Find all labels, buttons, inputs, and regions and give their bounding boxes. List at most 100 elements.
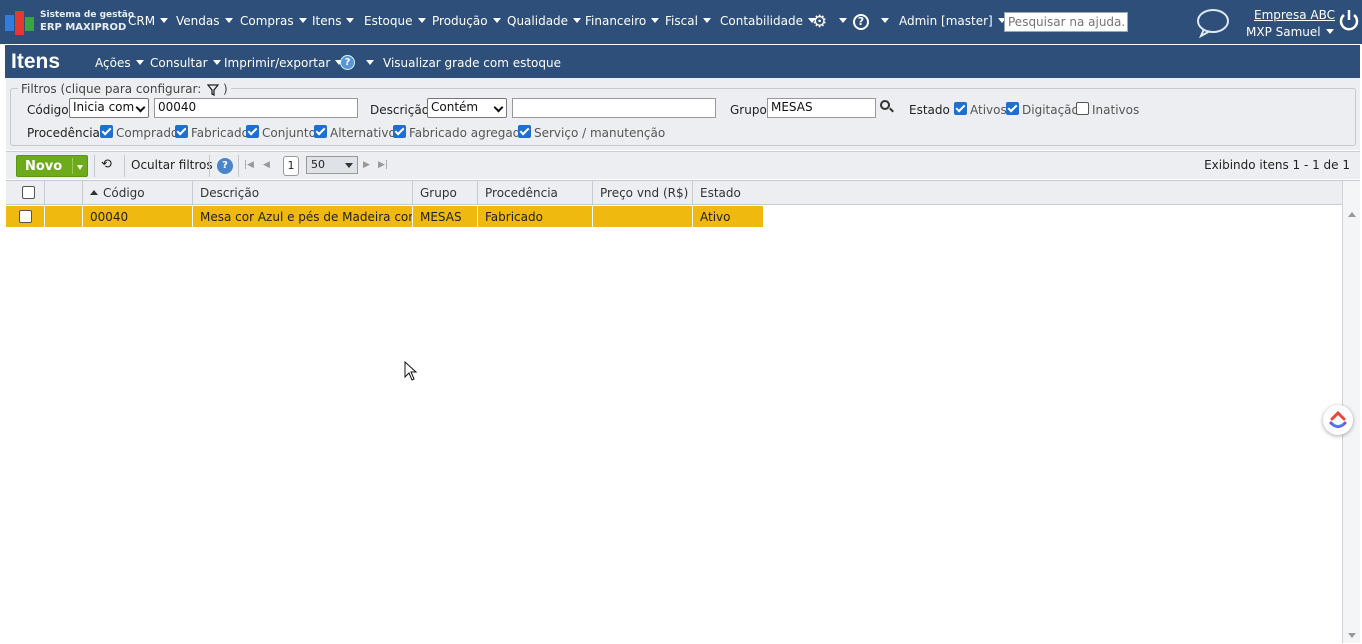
floating-assistant-button[interactable]	[1323, 405, 1353, 435]
filters-legend[interactable]: Filtros (clique para configurar: )	[18, 82, 231, 96]
grid-header: Código Descrição Grupo Procedência Preço…	[6, 181, 1342, 205]
caret-icon	[346, 17, 355, 23]
proc-servico-checkbox[interactable]	[518, 125, 531, 138]
gear-icon[interactable]: ⚙	[812, 13, 830, 31]
estado-ativos-checkbox[interactable]	[954, 102, 967, 115]
menu-consultar[interactable]: Consultar	[150, 56, 221, 70]
ocultar-filtros-button[interactable]: Ocultar filtros	[131, 158, 213, 172]
caret-icon	[135, 59, 144, 65]
proc-comprado-label: Comprado	[116, 126, 179, 140]
proc-fabricado-agregado-checkbox[interactable]	[393, 125, 406, 138]
chevron-down-icon	[135, 102, 146, 113]
col-procedencia[interactable]: Procedência	[478, 181, 593, 205]
cell-procedencia[interactable]: Fabricado	[478, 206, 593, 227]
admin-menu[interactable]: Admin [master]	[899, 14, 1006, 28]
page-help-caret[interactable]	[361, 56, 374, 70]
grupo-input[interactable]: MESAS	[767, 98, 876, 118]
menu-crm[interactable]: CRM	[128, 14, 169, 28]
page-help-icon[interactable]: ?	[340, 55, 355, 70]
novo-button[interactable]: Novo	[16, 155, 88, 177]
logo-subtitle: Sistema de gestão	[40, 10, 135, 20]
estado-inativos-checkbox[interactable]	[1076, 102, 1089, 115]
first-page-icon[interactable]: |◀	[244, 160, 254, 170]
grupo-label: Grupo	[730, 103, 767, 117]
proc-conjunto-checkbox[interactable]	[246, 125, 259, 138]
estado-digitacao-label: Digitação	[1022, 103, 1079, 117]
actions-header	[45, 181, 83, 205]
select-all-cell	[6, 181, 45, 205]
menu-vendas[interactable]: Vendas	[176, 14, 233, 28]
menu-qualidade[interactable]: Qualidade	[507, 14, 582, 28]
col-grupo[interactable]: Grupo	[413, 181, 478, 205]
caret-icon	[417, 17, 426, 23]
menu-fiscal[interactable]: Fiscal	[665, 14, 711, 28]
procedencia-label: Procedência	[27, 126, 100, 140]
app-logo[interactable]: Sistema de gestão ERP MAXIPROD	[5, 9, 134, 37]
menu-acoes[interactable]: Ações	[95, 56, 144, 70]
menu-compras[interactable]: Compras	[240, 14, 307, 28]
company-link[interactable]: Empresa ABC	[1254, 8, 1335, 22]
proc-fabricado-label: Fabricado	[191, 126, 249, 140]
power-icon[interactable]	[1338, 8, 1360, 34]
caret-icon	[212, 59, 221, 65]
search-icon[interactable]	[880, 100, 890, 110]
descricao-input[interactable]	[512, 98, 716, 118]
col-codigo[interactable]: Código	[83, 181, 193, 205]
help-icon[interactable]: ?	[853, 14, 869, 30]
col-descricao[interactable]: Descrição	[193, 181, 413, 205]
caret-icon	[366, 59, 374, 65]
menu-producao[interactable]: Produção	[432, 14, 501, 28]
cell-codigo[interactable]: 00040	[83, 206, 193, 227]
cell-preco[interactable]	[593, 206, 693, 227]
caret-icon[interactable]	[77, 165, 83, 170]
next-page-icon[interactable]: ▶	[363, 160, 370, 170]
chevron-down-icon	[345, 163, 353, 168]
filter-icon[interactable]	[206, 83, 220, 96]
prev-page-icon[interactable]: ◀	[263, 160, 270, 170]
table-row[interactable]: ✕ 00040 Mesa cor Azul e pés de Madeira c…	[6, 206, 763, 227]
record-count: Exibindo itens 1 - 1 de 1	[1204, 158, 1350, 172]
visualizar-grade-link[interactable]: Visualizar grade com estoque	[383, 56, 561, 70]
caret-icon	[651, 17, 660, 23]
proc-fabricado-checkbox[interactable]	[175, 125, 188, 138]
codigo-input[interactable]: 00040	[154, 98, 358, 118]
cell-descricao[interactable]: Mesa cor Azul e pés de Madeira com...	[193, 206, 413, 227]
settings-caret[interactable]	[834, 14, 847, 28]
menu-financeiro[interactable]: Financeiro	[585, 14, 660, 28]
refresh-icon[interactable]: ⟲	[101, 157, 112, 172]
page-header: Itens Ações Consultar Imprimir/exportar …	[5, 45, 1360, 78]
proc-alternativo-checkbox[interactable]	[314, 125, 327, 138]
last-page-icon[interactable]: ▶|	[378, 160, 388, 170]
proc-conjunto-label: Conjunto	[262, 126, 316, 140]
descricao-mode-select[interactable]: Contém	[427, 98, 507, 118]
caret-icon	[702, 17, 711, 23]
scroll-down-icon[interactable]	[1348, 633, 1356, 638]
page-number-input[interactable]: 1	[283, 156, 299, 176]
caret-icon	[160, 17, 169, 23]
proc-comprado-checkbox[interactable]	[100, 125, 113, 138]
help-caret[interactable]	[876, 14, 889, 28]
help-search-input[interactable]	[1004, 12, 1128, 32]
estado-digitacao-checkbox[interactable]	[1006, 102, 1019, 115]
col-estado[interactable]: Estado	[693, 181, 1342, 205]
menu-imprimir-exportar[interactable]: Imprimir/exportar	[224, 56, 344, 70]
menu-contabilidade[interactable]: Contabilidade	[720, 14, 816, 28]
page-size-select[interactable]: 50	[306, 156, 358, 174]
scroll-up-icon[interactable]	[1348, 212, 1356, 217]
caret-icon	[298, 17, 307, 23]
select-all-checkbox[interactable]	[22, 186, 35, 199]
cell-estado[interactable]: Ativo	[693, 206, 763, 227]
sort-asc-icon	[90, 189, 98, 195]
codigo-mode-select[interactable]: Inicia com	[69, 98, 149, 118]
grid-help-icon[interactable]: ?	[217, 158, 233, 174]
codigo-label: Código	[27, 103, 69, 117]
menu-itens[interactable]: Itens	[312, 14, 355, 28]
caret-icon	[492, 17, 501, 23]
user-menu[interactable]: MXP Samuel	[1246, 25, 1334, 39]
chat-icon[interactable]	[1196, 8, 1230, 38]
caret-icon	[224, 17, 233, 23]
cell-grupo[interactable]: MESAS	[413, 206, 478, 227]
menu-estoque[interactable]: Estoque	[364, 14, 426, 28]
row-checkbox[interactable]	[19, 210, 32, 223]
col-preco[interactable]: Preço vnd (R$)	[593, 181, 693, 205]
